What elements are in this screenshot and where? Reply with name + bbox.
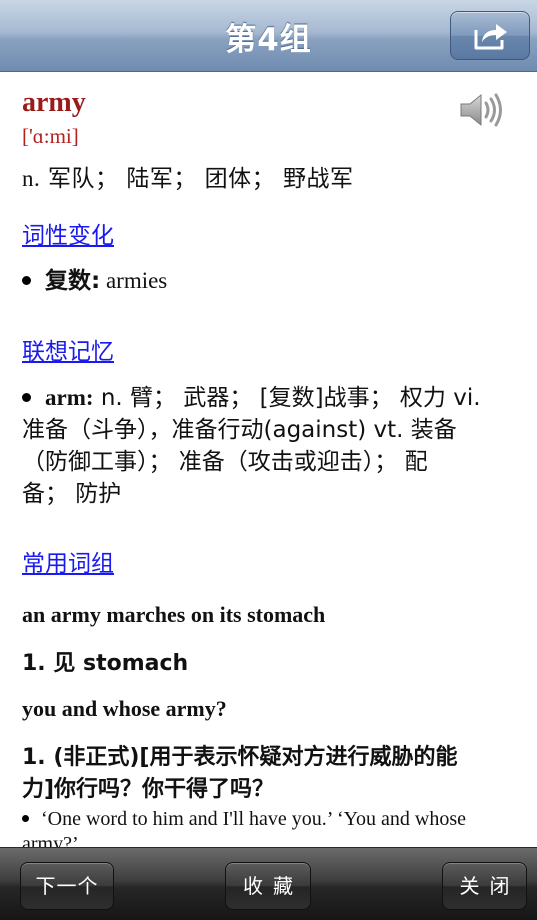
headword: army (22, 87, 86, 118)
term-label: arm: (45, 385, 94, 410)
term-label: 复数: (45, 268, 101, 294)
navigation-bar: 第4组 (0, 0, 537, 72)
example-sentence: ‘One word to him and I'll have you.’ ‘Yo… (22, 807, 517, 832)
association-line: 准备（斗争），准备行动(against) vt. 装备 (22, 417, 457, 443)
share-arrow-icon (474, 24, 507, 50)
term-value: armies (100, 268, 168, 293)
favorite-button[interactable]: 收藏 (225, 862, 311, 910)
close-button[interactable]: 关闭 (442, 862, 527, 910)
phrase-title: you and whose army? (22, 696, 227, 721)
bottom-toolbar: 下一个 收藏 关闭 (0, 847, 537, 920)
part-of-speech: n. (22, 166, 41, 191)
phrase-title: an army marches on its stomach (22, 602, 326, 627)
share-button[interactable] (450, 11, 530, 60)
section-link-phrases[interactable]: 常用词组 (22, 544, 114, 578)
section-link-association[interactable]: 联想记忆 (22, 332, 114, 366)
phonetic-transcription: ['ɑ:mi] (22, 124, 79, 148)
bullet-icon (22, 814, 29, 822)
association-line: （防御工事）； 准备（攻击或迎击）； 配 (22, 449, 428, 475)
example-line: ‘One word to him and I'll have you.’ ‘Yo… (41, 808, 467, 830)
phrase-meaning: 1. (非正式)[用于表示怀疑对方进行威胁的能 (22, 745, 458, 770)
association-line: n. 臂； 武器； [复数]战事； 权力 vi. (93, 385, 481, 411)
phrase-meaning: 力]你行吗？你干得了吗？ (22, 777, 275, 802)
list-item: 复数: armies (22, 265, 512, 297)
section-link-inflection[interactable]: 词性变化 (22, 216, 114, 250)
pronounce-button[interactable] (458, 91, 506, 129)
association-line: 备； 防护 (22, 481, 122, 507)
bullet-icon (22, 276, 31, 286)
list-item: arm: n. 臂； 武器； [复数]战事； 权力 vi. (22, 382, 512, 414)
bullet-icon (22, 393, 31, 403)
definition: n. 军队； 陆军； 团体； 野战军 (22, 159, 354, 193)
phrase-meaning: 1. 见 stomach (22, 651, 189, 676)
definition-text: 军队； 陆军； 团体； 野战军 (40, 166, 354, 192)
speaker-icon (460, 93, 502, 127)
next-button[interactable]: 下一个 (20, 862, 114, 910)
word-detail-content[interactable]: army ['ɑ:mi] n. 军队； 陆军； 团体； 野战军 词性变化 复数:… (0, 73, 537, 847)
example-line: army?’ (22, 833, 79, 847)
